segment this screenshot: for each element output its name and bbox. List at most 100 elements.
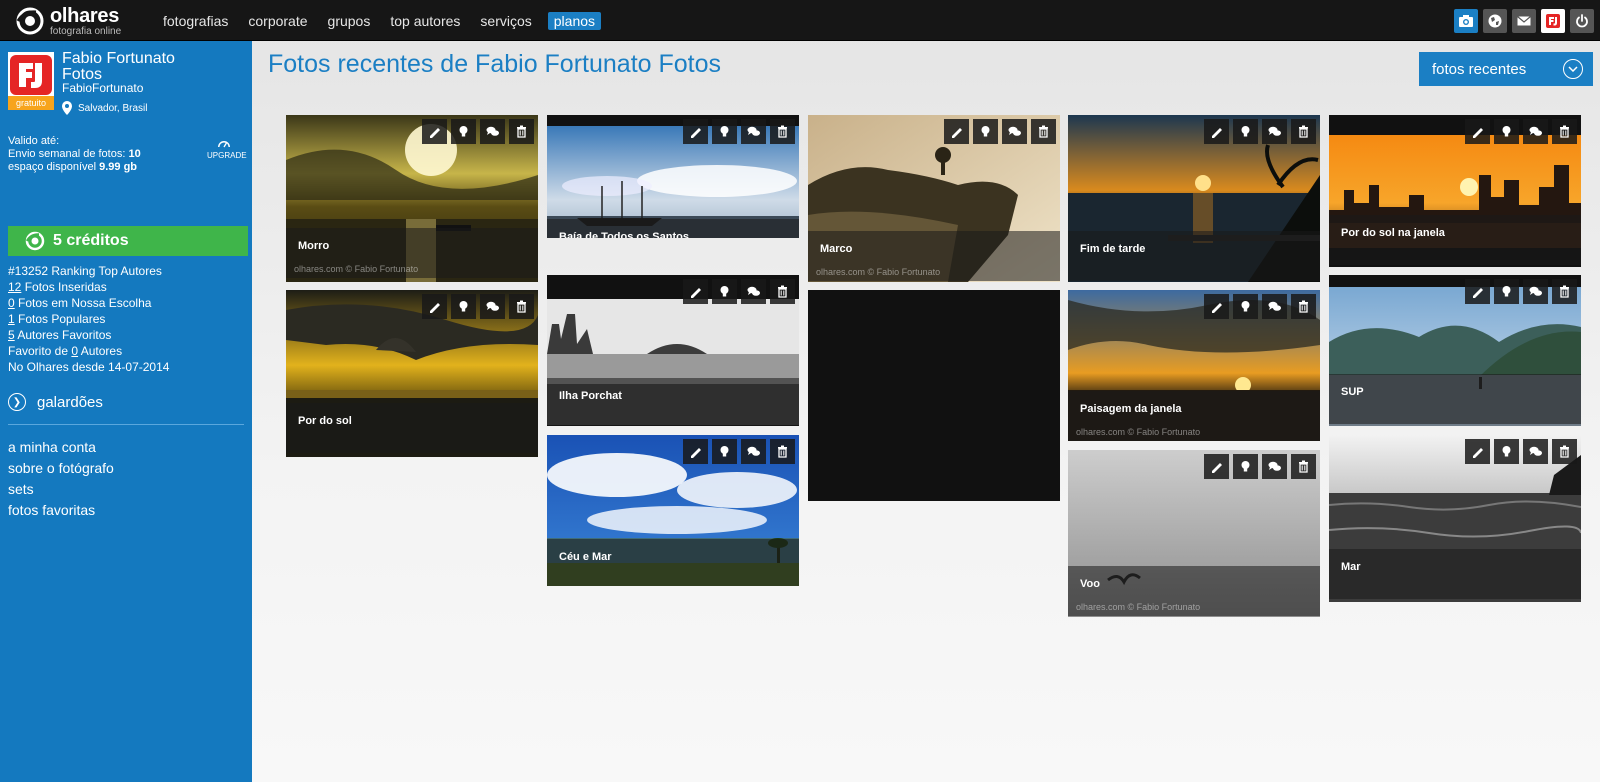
delete-button[interactable] [1552,279,1577,304]
like-button[interactable] [1494,279,1519,304]
nav-top-autores[interactable]: top autores [390,12,460,30]
like-button[interactable] [1233,294,1258,319]
stat-fotos-inseridas[interactable]: 12 Fotos Inseridas [8,279,169,295]
comments-button[interactable] [1262,294,1287,319]
like-button[interactable] [1233,119,1258,144]
comments-button[interactable] [480,119,505,144]
like-button[interactable] [1233,454,1258,479]
photo-card[interactable]: Mar [1329,435,1581,602]
like-button[interactable] [1494,119,1519,144]
delete-button[interactable] [509,119,534,144]
power-icon[interactable] [1570,9,1594,33]
photo-card[interactable]: Ilha Porchat [547,275,799,426]
delete-button[interactable] [1291,119,1316,144]
photo-card[interactable]: Por do sol na janela [1329,115,1581,267]
delete-button[interactable] [770,439,795,464]
comments-button[interactable] [1523,119,1548,144]
photo-caption[interactable]: Por do sol [286,403,538,453]
avatar[interactable]: gratuito [8,52,54,110]
globe-icon[interactable] [1483,9,1507,33]
delete-button[interactable] [1031,119,1056,144]
photo-caption[interactable]: Voo olhares.com © Fabio Fortunato [1068,566,1320,616]
nav-grupos[interactable]: grupos [328,12,371,30]
edit-button[interactable] [1204,454,1229,479]
comments-button[interactable] [1262,454,1287,479]
like-button[interactable] [451,119,476,144]
photo-card[interactable]: Fim de tarde [1068,115,1320,282]
photo-card[interactable]: Marco olhares.com © Fabio Fortunato [808,115,1060,282]
edit-button[interactable] [1204,294,1229,319]
user-avatar-icon[interactable] [1541,9,1565,33]
photo-card[interactable]: Baía de Todos os Santos [547,115,799,238]
edit-button[interactable] [1465,279,1490,304]
comments-button[interactable] [741,439,766,464]
photo-caption[interactable]: Morro olhares.com © Fabio Fortunato [286,228,538,278]
nav-planos[interactable]: planos [547,12,602,30]
nav-servicos[interactable]: serviços [480,12,531,30]
comments-button[interactable] [1262,119,1287,144]
like-button[interactable] [712,119,737,144]
photo-placeholder[interactable] [808,290,1060,501]
photo-caption[interactable]: Paisagem da janela olhares.com © Fabio Fo… [1068,391,1320,441]
credits-button[interactable]: 5 créditos [8,226,248,256]
edit-button[interactable] [944,119,969,144]
nav-corporate[interactable]: corporate [248,12,307,30]
photo-card[interactable]: Voo olhares.com © Fabio Fortunato [1068,450,1320,617]
galardoes-toggle[interactable]: ❯ galardões [8,393,103,411]
delete-button[interactable] [770,279,795,304]
link-fotos-favoritas[interactable]: fotos favoritas [8,501,114,519]
sort-dropdown[interactable]: fotos recentes [1419,52,1593,86]
delete-button[interactable] [1291,294,1316,319]
edit-button[interactable] [1465,439,1490,464]
photo-caption[interactable]: Baía de Todos os Santos [547,219,799,238]
edit-button[interactable] [422,119,447,144]
comments-button[interactable] [480,294,505,319]
edit-button[interactable] [683,439,708,464]
photo-caption[interactable]: Mar [1329,549,1581,599]
delete-button[interactable] [1552,439,1577,464]
photo-card[interactable]: Paisagem da janela olhares.com © Fabio Fo… [1068,290,1320,441]
olhares-logo[interactable]: olhares fotografia online [14,6,121,36]
photo-caption[interactable]: Céu e Mar [547,539,799,586]
photo-caption[interactable]: Ilha Porchat [547,378,799,426]
comments-button[interactable] [1523,279,1548,304]
stat-favorito-de[interactable]: Favorito de 0 Autores [8,343,169,359]
photo-card[interactable]: Morro olhares.com © Fabio Fortunato [286,115,538,282]
delete-button[interactable] [509,294,534,319]
photo-caption[interactable]: Marco olhares.com © Fabio Fortunato [808,231,1060,281]
stat-ranking[interactable]: #13252 Ranking Top Autores [8,263,169,279]
comments-button[interactable] [1523,439,1548,464]
stat-nossa-escolha[interactable]: 0 Fotos em Nossa Escolha [8,295,169,311]
camera-icon[interactable] [1454,9,1478,33]
stat-autores-favoritos[interactable]: 5 Autores Favoritos [8,327,169,343]
upgrade-button[interactable]: UPGRADE [207,138,247,160]
link-sets[interactable]: sets [8,480,114,498]
like-button[interactable] [973,119,998,144]
photo-caption[interactable]: Fim de tarde [1068,231,1320,281]
edit-button[interactable] [1465,119,1490,144]
delete-button[interactable] [770,119,795,144]
comments-button[interactable] [741,119,766,144]
edit-button[interactable] [1204,119,1229,144]
mail-icon[interactable] [1512,9,1536,33]
like-button[interactable] [1494,439,1519,464]
photo-card[interactable]: Céu e Mar [547,435,799,586]
comments-button[interactable] [1002,119,1027,144]
nav-fotografias[interactable]: fotografias [163,12,228,30]
edit-button[interactable] [422,294,447,319]
delete-button[interactable] [1552,119,1577,144]
comments-button[interactable] [741,279,766,304]
profile-name[interactable]: Fabio Fortunato Fotos [62,51,242,83]
edit-button[interactable] [683,279,708,304]
link-minha-conta[interactable]: a minha conta [8,438,114,456]
like-button[interactable] [712,439,737,464]
delete-button[interactable] [1291,454,1316,479]
link-sobre-fotografo[interactable]: sobre o fotógrafo [8,459,114,477]
like-button[interactable] [712,279,737,304]
photo-caption[interactable]: SUP [1329,374,1581,424]
photo-card[interactable]: SUP [1329,275,1581,426]
stat-populares[interactable]: 1 Fotos Populares [8,311,169,327]
like-button[interactable] [451,294,476,319]
photo-caption[interactable]: Por do sol na janela [1329,215,1581,265]
edit-button[interactable] [683,119,708,144]
